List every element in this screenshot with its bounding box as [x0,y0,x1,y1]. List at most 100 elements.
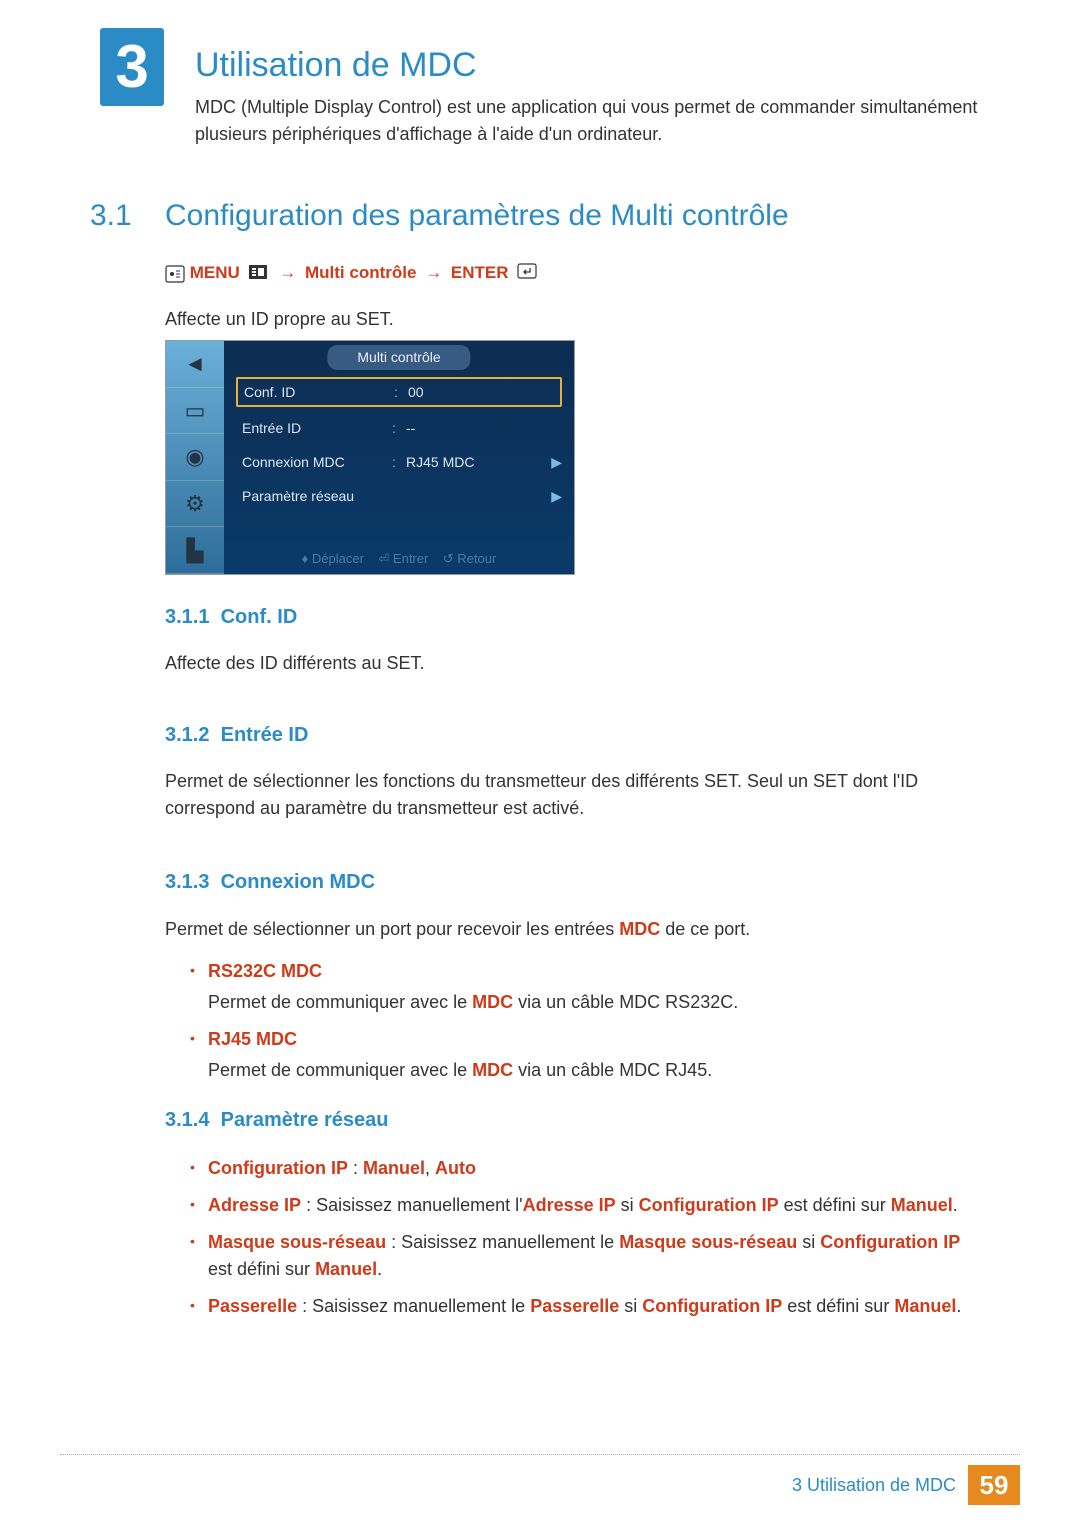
page-footer: 3 Utilisation de MDC 59 [792,1465,1020,1505]
osd-side-icon: ▙ [166,527,224,574]
page-number: 59 [968,1465,1020,1505]
osd-hint-return: ↺ [443,551,458,566]
path-item: Multi contrôle [305,263,416,282]
osd-side-icon: ◄ [166,341,224,388]
osd-footer: ♦ Déplacer ⏎ Entrer ↺ Retour [224,549,574,569]
item-desc: Permet de communiquer avec le MDC via un… [208,1057,980,1084]
chapter-badge: 3 [100,28,164,106]
keyword: Auto [435,1158,476,1178]
subsection-number: 3.1.3 [165,871,209,893]
text: si [797,1232,820,1252]
paragraph: Affecte des ID différents au SET. [165,650,980,677]
item-desc: Permet de communiquer avec le MDC via un… [208,989,980,1016]
keyword: Configuration IP [208,1158,348,1178]
keyword: MDC [472,992,513,1012]
bullet-list: RS232C MDC Permet de communiquer avec le… [190,958,980,1094]
osd-row-selected: Conf. ID : 00 [236,377,562,407]
osd-side-icon: ⚙ [166,481,224,528]
keyword: MDC [619,919,660,939]
keyword: Manuel [315,1259,377,1279]
osd-screenshot: ◄ ▭ ◉ ⚙ ▙ Multi contrôle Conf. ID : 00 E… [165,340,575,575]
osd-hint-label: Déplacer [312,551,364,566]
subsection-title: Entrée ID [221,724,309,746]
text: si [616,1195,639,1215]
text: est défini sur [208,1259,315,1279]
keyword: Manuel [894,1296,956,1316]
text: : Saisissez manuellement le [297,1296,530,1316]
osd-hint-enter: ⏎ [378,551,393,566]
osd-title: Multi contrôle [327,345,470,370]
menu-icon [249,261,267,287]
chapter-title: Utilisation de MDC [195,40,477,91]
subsection-title: Connexion MDC [221,871,375,893]
enter-label: ENTER [451,263,509,282]
paragraph: Permet de sélectionner un port pour rece… [165,916,980,943]
text: : Saisissez manuellement l' [301,1195,523,1215]
osd-hint-label: Entrer [393,551,428,566]
text: . [956,1296,961,1316]
list-item: Adresse IP : Saisissez manuellement l'Ad… [190,1192,980,1219]
footer-divider [60,1454,1020,1455]
subsection-number: 3.1.1 [165,606,209,628]
osd-row-value: -- [406,418,562,439]
osd-hint-label: Retour [457,551,496,566]
keyword: Passerelle [208,1296,297,1316]
text: Permet de communiquer avec le [208,1060,472,1080]
text: est défini sur [779,1195,891,1215]
text: Permet de sélectionner un port pour rece… [165,919,619,939]
subsection-heading: 3.1.3 Connexion MDC [165,867,375,897]
keyword: Adresse IP [208,1195,301,1215]
osd-row-label: Paramètre réseau [242,486,392,507]
paragraph: Affecte un ID propre au SET. [165,306,980,333]
text: Permet de communiquer avec le [208,992,472,1012]
osd-row-value: 00 [408,382,560,403]
subsection-title: Paramètre réseau [221,1109,389,1131]
text: . [953,1195,958,1215]
item-head: RJ45 MDC [208,1029,297,1049]
remote-icon [165,263,190,282]
osd-hint-move: ♦ [302,551,312,566]
menu-label: MENU [190,263,240,282]
osd-main: Multi contrôle Conf. ID : 00 Entrée ID :… [224,341,574,574]
text: si [619,1296,642,1316]
enter-icon [517,261,537,287]
osd-arrow-icon: ▶ [551,452,562,473]
keyword: Masque sous-réseau [208,1232,386,1252]
osd-row: Connexion MDC : RJ45 MDC ▶ [242,447,562,477]
section-title: Configuration des paramètres de Multi co… [165,193,789,238]
osd-sidebar: ◄ ▭ ◉ ⚙ ▙ [166,341,224,574]
bullet-list: Configuration IP : Manuel, Auto Adresse … [190,1155,980,1330]
osd-colon: : [392,418,406,439]
paragraph: Permet de sélectionner les fonctions du … [165,768,980,822]
keyword: Configuration IP [820,1232,960,1252]
keyword: Configuration IP [642,1296,782,1316]
item-head: RS232C MDC [208,961,322,981]
list-item: RJ45 MDC Permet de communiquer avec le M… [190,1026,980,1084]
text: est défini sur [782,1296,894,1316]
keyword: Adresse IP [523,1195,616,1215]
keyword: Masque sous-réseau [619,1232,797,1252]
text: , [425,1158,435,1178]
text: via un câble MDC RJ45. [513,1060,712,1080]
menu-path: MENU → Multi contrôle → ENTER [165,260,541,286]
subsection-heading: 3.1.4 Paramètre réseau [165,1105,389,1135]
keyword: MDC [472,1060,513,1080]
chapter-intro: MDC (Multiple Display Control) est une a… [195,94,980,148]
list-item: RS232C MDC Permet de communiquer avec le… [190,958,980,1016]
osd-colon: : [392,452,406,473]
osd-row-label: Entrée ID [242,418,392,439]
osd-colon: : [394,382,408,403]
footer-chapter: 3 Utilisation de MDC [792,1472,956,1499]
osd-side-icon: ◉ [166,434,224,481]
osd-side-icon: ▭ [166,388,224,435]
text: : Saisissez manuellement le [386,1232,619,1252]
subsection-heading: 3.1.1 Conf. ID [165,602,297,632]
keyword: Passerelle [530,1296,619,1316]
arrow-icon: → [279,263,296,282]
list-item: Configuration IP : Manuel, Auto [190,1155,980,1182]
list-item: Passerelle : Saisissez manuellement le P… [190,1293,980,1320]
keyword: Manuel [363,1158,425,1178]
keyword: Manuel [891,1195,953,1215]
text: . [377,1259,382,1279]
subsection-title: Conf. ID [221,606,298,628]
